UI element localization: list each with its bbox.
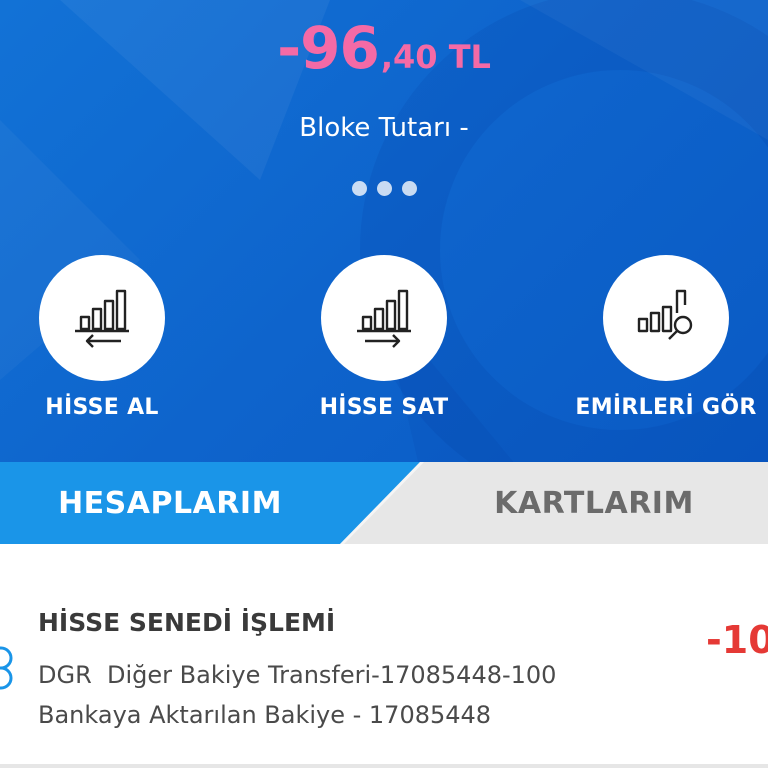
- orders-search-icon: [637, 289, 693, 340]
- account-tabs: HESAPLARIM KARTLARIM: [0, 462, 768, 544]
- buy-stock-label: HİSSE AL: [45, 395, 159, 420]
- transaction-subdescription: Bankaya Aktarılan Bakiye - 17085448: [38, 701, 492, 729]
- balance-header: -96,40 TL Bloke Tutarı - HİSSE AL HİSSE …: [0, 0, 768, 470]
- transaction-type-icon: [0, 646, 13, 690]
- view-orders-label: EMİRLERİ GÖR: [575, 395, 757, 420]
- page-dot[interactable]: [351, 181, 367, 196]
- sell-stock-label: HİSSE SAT: [319, 395, 449, 420]
- sell-stock-button[interactable]: HİSSE SAT: [289, 255, 479, 420]
- transaction-amount: -10: [706, 618, 768, 662]
- transaction-item[interactable]: HİSSE SENEDİ İŞLEMİ DGR Diğer Bakiye Tra…: [0, 544, 768, 768]
- transaction-title: HİSSE SENEDİ İŞLEMİ: [38, 608, 336, 637]
- balance-amount: -96,40 TL: [0, 14, 768, 82]
- buy-stock-button[interactable]: HİSSE AL: [7, 255, 197, 420]
- transaction-description: DGR Diğer Bakiye Transferi-17085448-100: [38, 661, 557, 689]
- page-dot[interactable]: [401, 181, 417, 196]
- page-indicator[interactable]: [0, 181, 768, 196]
- view-orders-button[interactable]: EMİRLERİ GÖR: [571, 255, 761, 420]
- divider: [0, 764, 768, 768]
- stock-sell-icon: [357, 289, 411, 348]
- tab-accounts[interactable]: HESAPLARIM: [0, 462, 340, 544]
- tab-cards[interactable]: KARTLARIM: [420, 462, 768, 544]
- stock-buy-icon: [75, 289, 129, 348]
- balance-fraction: ,40 TL: [380, 38, 491, 76]
- page-dot[interactable]: [376, 181, 392, 196]
- balance-integer: -96: [277, 14, 380, 82]
- blocked-amount-label: Bloke Tutarı -: [299, 113, 469, 143]
